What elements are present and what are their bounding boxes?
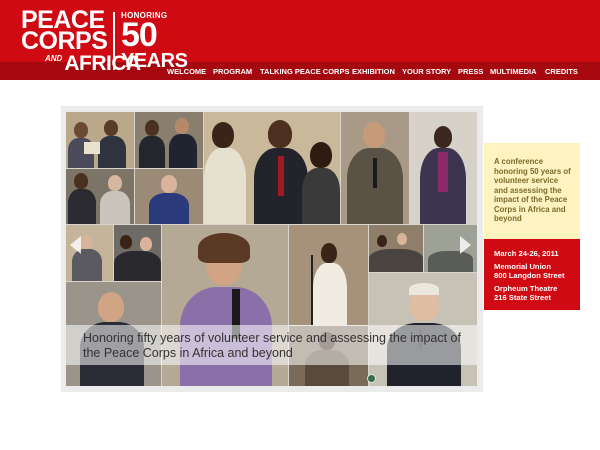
photo-crowd bbox=[369, 225, 423, 272]
about-text: A conference honoring 50 years of volunt… bbox=[494, 157, 571, 223]
logo-divider bbox=[113, 12, 115, 70]
nav-multimedia[interactable]: MULTIMEDIA bbox=[490, 67, 537, 76]
logo-and: AND bbox=[45, 54, 63, 63]
logo-corps: CORPS bbox=[21, 27, 108, 55]
photo-award bbox=[66, 112, 134, 168]
photo-audience bbox=[114, 225, 161, 281]
photo-older-men bbox=[66, 169, 134, 224]
photo-woman-smiling bbox=[135, 169, 203, 224]
venue2-address: 216 State Street bbox=[494, 293, 551, 302]
previous-slide-icon[interactable] bbox=[70, 236, 81, 254]
event-info: March 24-26, 2011 Memorial Union 800 Lan… bbox=[494, 249, 578, 302]
photo-officials bbox=[135, 112, 203, 168]
anniversary-logo: HONORING 50 YEARS bbox=[121, 11, 188, 71]
site-logo[interactable]: PEACE CORPS ANDAFRICA bbox=[21, 8, 141, 75]
nav-exhibition[interactable]: EXHIBITION bbox=[352, 67, 395, 76]
next-slide-icon[interactable] bbox=[460, 236, 471, 254]
nav-credits[interactable]: CREDITS bbox=[545, 67, 578, 76]
logo-fifty: 50 bbox=[121, 16, 158, 54]
photo-group-smiling bbox=[204, 112, 340, 224]
seal-icon bbox=[367, 374, 376, 383]
nav-talking-peace-corps[interactable]: TALKING PEACE CORPS bbox=[260, 67, 349, 76]
nav-press[interactable]: PRESS bbox=[458, 67, 483, 76]
slideshow-caption: Honoring fifty years of volunteer servic… bbox=[83, 331, 461, 360]
main-nav: WELCOME PROGRAM TALKING PEACE CORPS EXHI… bbox=[0, 67, 600, 79]
nav-your-story[interactable]: YOUR STORY bbox=[402, 67, 451, 76]
photo-speaker-mic bbox=[341, 112, 409, 224]
venue2-name: Orpheum Theatre bbox=[494, 284, 558, 293]
nav-program[interactable]: PROGRAM bbox=[213, 67, 252, 76]
event-dates: March 24-26, 2011 bbox=[494, 249, 559, 258]
nav-welcome[interactable]: WELCOME bbox=[167, 67, 206, 76]
venue1-address: 800 Langdon Street bbox=[494, 271, 565, 280]
photo-woman-mic-stand bbox=[289, 225, 368, 325]
venue1-name: Memorial Union bbox=[494, 262, 551, 271]
photo-woman-scarf bbox=[410, 112, 477, 224]
